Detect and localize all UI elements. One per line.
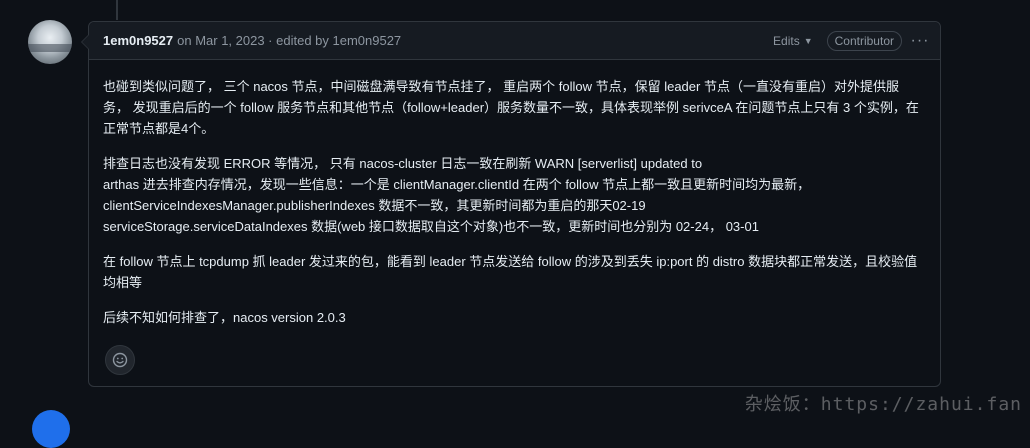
contributor-badge: Contributor [826,30,902,51]
next-comment-avatar[interactable] [32,410,70,448]
paragraph-2-line-1: 排查日志也没有发现 ERROR 等情况， 只有 nacos-cluster 日志… [103,156,703,171]
smiley-icon [112,352,128,368]
edits-label: Edits [773,33,800,48]
watermark-text: 杂烩饭：https://zahui.fan [744,394,1022,415]
comment-body: 也碰到类似问题了， 三个 nacos 节点，中间磁盘满导致有节点挂了， 重启两个… [89,60,940,328]
paragraph-2: 排查日志也没有发现 ERROR 等情况， 只有 nacos-cluster 日志… [103,153,924,237]
paragraph-3-text: 在 follow 节点上 tcpdump 抓 leader 发过来的包，能看到 … [103,254,918,290]
comment-box: 1em0n9527 on Mar 1, 2023 · edited by 1em… [81,21,941,387]
comment-header: 1em0n9527 on Mar 1, 2023 · edited by 1em… [89,22,940,60]
more-options-icon[interactable]: ··· [910,32,930,50]
paragraph-1-text: 也碰到类似问题了， 三个 nacos 节点，中间磁盘满导致有节点挂了， 重启两个… [103,79,919,136]
edits-dropdown[interactable]: Edits ▼ [773,34,813,48]
add-reaction-button[interactable] [105,345,135,375]
author-name[interactable]: 1em0n9527 [103,33,173,48]
paragraph-4: 后续不知如何排查了，nacos version 2.0.3 [103,307,924,328]
paragraph-4-text: 后续不知如何排查了，nacos version 2.0.3 [103,310,346,325]
author-avatar[interactable] [28,20,72,64]
paragraph-1: 也碰到类似问题了， 三个 nacos 节点，中间磁盘满导致有节点挂了， 重启两个… [103,76,924,139]
comment-meta[interactable]: on Mar 1, 2023 · edited by 1em0n9527 [177,33,401,48]
paragraph-2-line-2: arthas 进去排查内存情况，发现一些信息：一个是 clientManager… [103,177,811,192]
paragraph-3: 在 follow 节点上 tcpdump 抓 leader 发过来的包，能看到 … [103,251,924,293]
paragraph-2-line-3: clientServiceIndexesManager.publisherInd… [103,198,646,213]
paragraph-2-line-4: serviceStorage.serviceDataIndexes 数据(web… [103,219,759,234]
chevron-down-icon: ▼ [803,35,813,46]
timeline-line [116,0,118,20]
